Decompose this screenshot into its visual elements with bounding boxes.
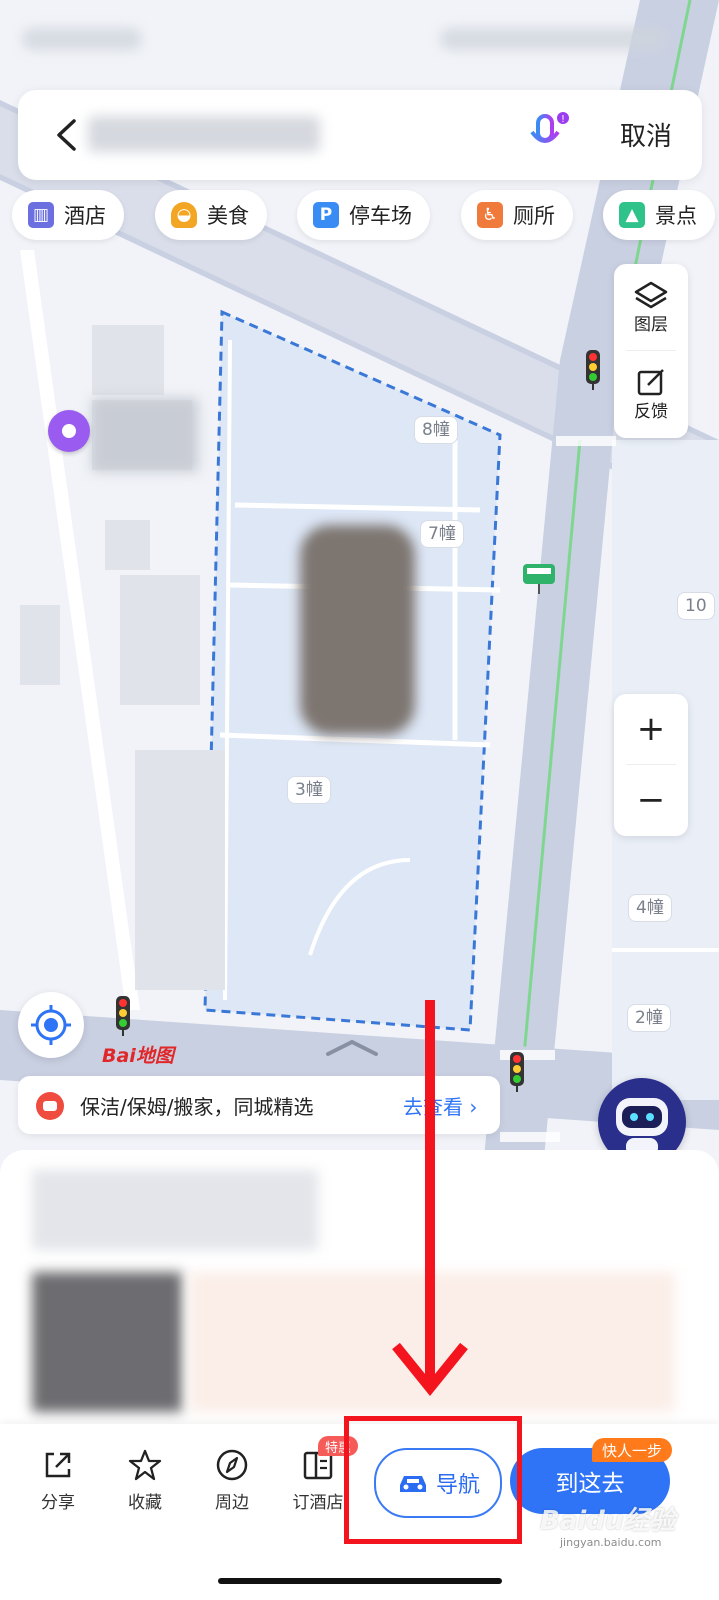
nearby-label: 周边 xyxy=(215,1493,249,1513)
building-label: 10 xyxy=(677,592,715,620)
service-icon xyxy=(36,1092,64,1120)
parking-icon: P xyxy=(313,202,339,228)
watermark-sub: jingyan.baidu.com xyxy=(560,1536,662,1549)
go-here-label: 到这去 xyxy=(555,1471,625,1497)
layers-icon xyxy=(634,281,668,308)
building-label: 3幢 xyxy=(287,776,331,804)
nearby-button[interactable]: 周边 xyxy=(192,1448,272,1513)
chip-parking[interactable]: P 停车场 xyxy=(297,190,430,240)
map-tools-panel: 图层 反馈 xyxy=(614,264,688,438)
chip-label: 停车场 xyxy=(349,204,412,228)
chip-label: 厕所 xyxy=(513,204,555,228)
traffic-light-icon xyxy=(510,1052,524,1092)
blurred-poi-photo xyxy=(300,525,415,735)
zoom-in-button[interactable]: + xyxy=(614,694,688,764)
compass-icon xyxy=(216,1449,248,1481)
bus-stop-icon xyxy=(523,564,555,594)
search-bar[interactable]: ! 取消 xyxy=(18,90,702,180)
annotation-arrow xyxy=(392,1000,468,1396)
status-bar-right xyxy=(440,28,665,50)
annotation-highlight-box xyxy=(344,1416,522,1544)
cancel-button[interactable]: 取消 xyxy=(620,116,672,153)
zoom-panel: + − xyxy=(614,694,688,836)
poi-marker-icon[interactable] xyxy=(48,410,90,452)
location-target-icon xyxy=(31,1005,71,1045)
feedback-label: 反馈 xyxy=(634,401,668,422)
chip-label: 美食 xyxy=(207,204,249,228)
banner-text: 保洁/保姆/搬家，同城精选 xyxy=(80,1095,314,1119)
map-canvas[interactable]: 8幢 7幢 3幢 4幢 2幢 10 Bai地图 xyxy=(0,0,719,1200)
locate-me-button[interactable] xyxy=(18,992,84,1058)
favorite-label: 收藏 xyxy=(128,1493,162,1513)
baidu-map-logo: Bai地图 xyxy=(102,1045,174,1067)
back-arrow-icon[interactable] xyxy=(54,118,78,152)
chevron-up-icon[interactable] xyxy=(324,1038,380,1058)
share-icon xyxy=(45,1452,71,1478)
feedback-button[interactable]: 反馈 xyxy=(614,351,688,437)
layers-label: 图层 xyxy=(634,314,668,335)
blurred-poi-label xyxy=(92,398,198,472)
share-label: 分享 xyxy=(41,1493,75,1513)
chip-label: 酒店 xyxy=(64,204,106,228)
scenic-icon: ▲ xyxy=(619,202,645,228)
watermark: Baidu经验 xyxy=(540,1506,676,1536)
edit-icon xyxy=(637,368,664,395)
microphone-icon[interactable]: ! xyxy=(530,112,570,158)
building-label: 7幢 xyxy=(420,520,464,548)
chip-toilet[interactable]: ♿ 厕所 xyxy=(461,190,573,240)
favorite-button[interactable]: 收藏 xyxy=(105,1448,185,1513)
hotel-icon: ▥ xyxy=(28,202,54,228)
home-indicator[interactable] xyxy=(218,1578,502,1584)
zoom-out-button[interactable]: − xyxy=(614,765,688,835)
search-query-text xyxy=(88,116,320,152)
share-button[interactable]: 分享 xyxy=(18,1448,98,1513)
blurred-place-title xyxy=(32,1170,318,1250)
blurred-place-photo xyxy=(32,1272,182,1412)
layers-button[interactable]: 图层 xyxy=(614,264,688,350)
building-label: 2幢 xyxy=(627,1004,671,1032)
toilet-icon: ♿ xyxy=(477,202,503,228)
food-icon: ◒ xyxy=(171,202,197,228)
star-icon xyxy=(128,1449,162,1481)
building-label: 8幢 xyxy=(414,416,458,444)
building-label: 4幢 xyxy=(628,894,672,922)
chip-food[interactable]: ◒ 美食 xyxy=(155,190,267,240)
traffic-light-icon xyxy=(586,350,600,390)
chip-scenic[interactable]: ▲ 景点 xyxy=(603,190,715,240)
svg-text:!: ! xyxy=(561,114,565,125)
fast-badge: 快人一步 xyxy=(592,1438,672,1462)
chip-hotel[interactable]: ▥ 酒店 xyxy=(12,190,124,240)
status-bar-left xyxy=(22,28,142,50)
traffic-light-icon xyxy=(116,996,130,1036)
book-hotel-label: 订酒店 xyxy=(292,1493,344,1513)
chip-label: 景点 xyxy=(655,204,697,228)
